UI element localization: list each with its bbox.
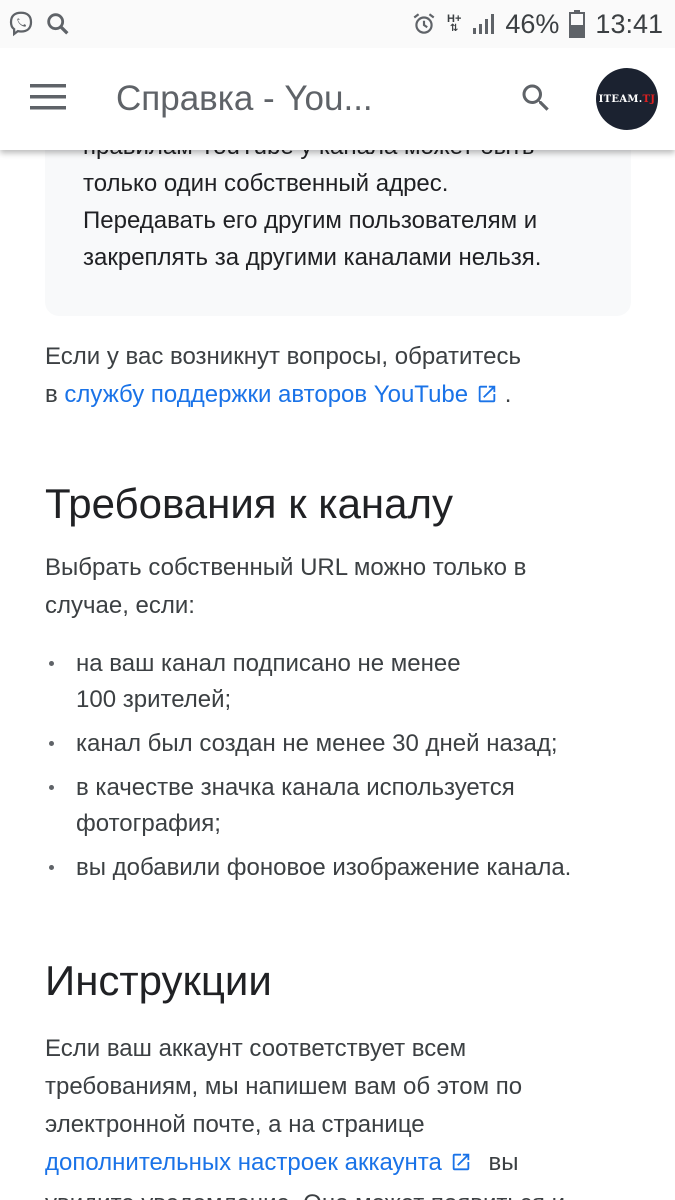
instructions-paragraph: Если ваш аккаунт соответствует всем треб… <box>45 1030 565 1200</box>
alarm-icon <box>411 11 437 37</box>
requirements-heading: Требования к каналу <box>45 480 453 527</box>
signal-icon <box>471 12 495 36</box>
hamburger-menu-icon <box>30 83 66 115</box>
requirements-intro-line: Выбрать собственный URL можно только в <box>45 554 527 581</box>
instructions-line: увидите уведомление. Оно может появиться… <box>45 1185 565 1200</box>
data-arrows: ⇅ <box>449 23 459 34</box>
creator-support-link[interactable]: службу поддержки авторов YouTube <box>64 381 498 408</box>
avatar-logo-white: ITEAM. <box>598 93 643 105</box>
note-line: Передавать его другим пользователям и <box>83 207 538 234</box>
battery-icon <box>569 10 586 38</box>
bullet-icon <box>49 785 54 790</box>
creator-support-link-text: службу поддержки авторов YouTube <box>64 381 469 408</box>
note-line: только один собственный адрес. <box>83 170 449 197</box>
avatar-logo-red: TJ <box>642 93 656 105</box>
app-bar: Справка - You... ITEAM.TJ <box>0 48 675 150</box>
bullet-icon <box>49 661 54 666</box>
list-item-line: в качестве значка канала используется <box>76 774 515 801</box>
list-item: на ваш канал подписано не менее 100 зрит… <box>45 646 645 718</box>
viber-icon <box>6 9 36 39</box>
support-prefix: в <box>45 381 58 408</box>
avatar-logo-text: ITEAM.TJ <box>599 94 656 105</box>
network-h-plus-icon: H+ ⇅ <box>447 14 461 34</box>
list-item-line: фотография; <box>76 810 221 837</box>
list-item-line: канал был создан не менее 30 дней назад; <box>76 730 558 757</box>
requirements-intro-line: случае, если: <box>45 592 195 619</box>
list-item: вы добавили фоновое изображение канала. <box>45 850 645 886</box>
search-icon <box>518 80 554 121</box>
list-item-line: на ваш канал подписано не менее <box>76 650 461 677</box>
instructions-suffix: вы <box>488 1149 519 1176</box>
clock: 13:41 <box>595 8 663 39</box>
account-settings-link-text: дополнительных настроек аккаунта <box>45 1149 442 1176</box>
menu-button[interactable] <box>30 69 100 129</box>
instructions-line: электронной почте, а на странице <box>45 1111 425 1138</box>
bullet-icon <box>49 741 54 746</box>
external-link-icon <box>450 1147 472 1185</box>
support-paragraph: Если у вас возникнут вопросы, обратитесь… <box>45 338 521 417</box>
help-article: правилам YouTube у канала может быть тол… <box>0 0 675 1200</box>
external-link-icon <box>476 379 498 417</box>
support-line1: Если у вас возникнут вопросы, обратитесь <box>45 343 521 370</box>
list-item-line: вы добавили фоновое изображение канала. <box>76 854 572 881</box>
account-settings-link[interactable]: дополнительных настроек аккаунта <box>45 1149 472 1176</box>
list-item: канал был создан не менее 30 дней назад; <box>45 726 645 762</box>
instructions-heading: Инструкции <box>45 957 272 1004</box>
instructions-line: требованиям, мы напишем вам об этом по <box>45 1073 523 1100</box>
list-item: в качестве значка канала используется фо… <box>45 770 645 842</box>
support-suffix: . <box>504 381 512 408</box>
note-text: правилам YouTube у канала может быть тол… <box>83 128 623 276</box>
search-button[interactable] <box>512 76 560 124</box>
note-line: закреплять за другими каналами нельзя. <box>83 244 542 271</box>
bullet-icon <box>49 865 54 870</box>
status-bar: H+ ⇅ 46% 13:41 <box>0 0 675 48</box>
list-item-line: 100 зрителей; <box>76 686 232 713</box>
search-notification-icon <box>44 10 72 38</box>
requirements-intro: Выбрать собственный URL можно только в с… <box>45 549 526 625</box>
account-avatar[interactable]: ITEAM.TJ <box>596 68 658 130</box>
battery-percent: 46% <box>505 8 560 39</box>
requirements-list: на ваш канал подписано не менее 100 зрит… <box>45 646 645 894</box>
instructions-line: Если ваш аккаунт соответствует всем <box>45 1035 467 1062</box>
page-title: Справка - You... <box>116 79 373 118</box>
